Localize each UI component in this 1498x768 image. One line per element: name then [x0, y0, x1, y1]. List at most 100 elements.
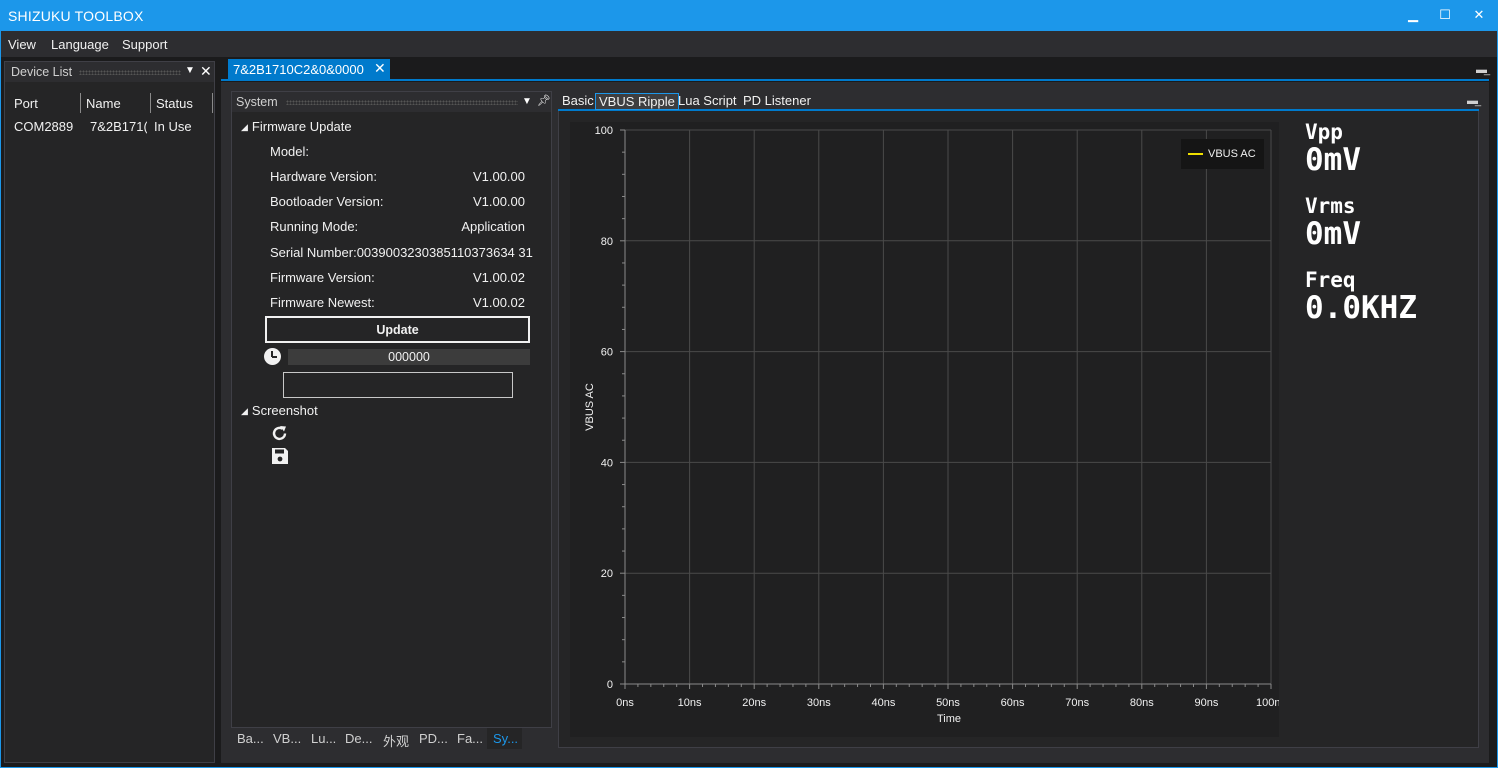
system-panel-title: System: [236, 95, 278, 109]
tab-pd-listener[interactable]: PD Listener: [740, 93, 814, 110]
column-header-status[interactable]: Status: [151, 93, 213, 113]
firmware-status-field[interactable]: [283, 372, 513, 398]
hardware-version-label: Hardware Version:: [270, 169, 377, 184]
firmware-version-label: Firmware Version:: [270, 270, 375, 285]
x-tick-label: 20ns: [742, 697, 766, 709]
menu-bar: View Language Support: [0, 31, 1498, 57]
y-tick-label: 0: [607, 679, 613, 691]
tab-list-menu-icon[interactable]: ▬̲: [1476, 64, 1487, 76]
firmware-update-heading: Firmware Update: [251, 119, 352, 134]
x-tick-label: 30ns: [807, 697, 831, 709]
legend: VBUS AC: [1181, 139, 1264, 169]
y-tick-label: 60: [601, 347, 613, 359]
save-icon[interactable]: [271, 447, 289, 465]
x-tick-label: 10ns: [678, 697, 702, 709]
chart-grid: [620, 129, 1272, 689]
bootloader-version-value: V1.00.00: [472, 194, 525, 209]
drag-grip[interactable]: [79, 70, 181, 75]
column-header-name[interactable]: Name: [81, 93, 151, 113]
bottom-tab-system[interactable]: Sy...: [487, 728, 522, 749]
menu-language[interactable]: Language: [51, 37, 109, 52]
screenshot-heading: Screenshot: [251, 403, 318, 418]
vpp-value: 0mV: [1305, 142, 1361, 178]
bottom-tab-vbus[interactable]: VB...: [273, 731, 301, 751]
y-tick-label: 100: [595, 125, 613, 137]
tab-list-menu-icon[interactable]: ▬̲: [1467, 95, 1478, 107]
device-list-panel: Device List ▼ ✕ Port Name Status COM2889…: [4, 61, 215, 763]
collapse-triangle-icon[interactable]: ◢: [241, 406, 248, 416]
x-tick-label: 0ns: [616, 697, 634, 709]
close-tab-icon[interactable]: ✕: [374, 60, 386, 77]
device-status[interactable]: In Use: [154, 119, 214, 134]
freq-value: 0.0KHZ: [1305, 290, 1417, 326]
document-tab-label[interactable]: 7&2B1710C2&0&0000: [233, 62, 364, 77]
refresh-icon[interactable]: [270, 424, 289, 443]
y-axis-label: VBUS AC: [584, 383, 596, 431]
close-icon[interactable]: ✕: [200, 63, 212, 80]
update-progress-bar: 000000: [288, 349, 530, 365]
bottom-tab-pd[interactable]: PD...: [419, 731, 448, 751]
device-name[interactable]: 7&2B171(: [90, 119, 147, 134]
vrms-value: 0mV: [1305, 216, 1361, 252]
firmware-update-section[interactable]: ◢ Firmware Update: [241, 119, 352, 134]
bottom-tab-basic[interactable]: Ba...: [237, 731, 264, 751]
system-panel-header: System ▼ 📌︎: [232, 92, 551, 112]
drag-grip[interactable]: [286, 100, 518, 105]
x-axis-label: Time: [937, 713, 961, 725]
vbus-ripple-chart[interactable]: 0ns 10ns 20ns 30ns 40ns 50ns 60ns 70ns 80ns 90ns 1…: [570, 122, 1279, 737]
close-button[interactable]: ✕: [1464, 4, 1494, 26]
bottom-tab-lua[interactable]: Lu...: [311, 731, 336, 751]
tab-lua-script[interactable]: Lua Script: [675, 93, 740, 110]
bootloader-version-label: Bootloader Version:: [270, 194, 384, 209]
window-title: SHIZUKU TOOLBOX: [8, 8, 144, 24]
vrms-label: Vrms: [1305, 194, 1356, 218]
tab-vbus-ripple[interactable]: VBUS Ripple: [595, 93, 679, 110]
device-list-header: Device List ▼ ✕: [5, 62, 214, 82]
document-tab-strip: 7&2B1710C2&0&0000 ✕: [221, 59, 1489, 81]
hardware-version-value: V1.00.00: [472, 169, 525, 184]
y-tick-label: 40: [601, 457, 613, 469]
bottom-tab-appearance[interactable]: 外观: [383, 731, 409, 751]
bottom-tab-de[interactable]: De...: [345, 731, 372, 751]
x-tick-label: 60ns: [1001, 697, 1025, 709]
firmware-version-value: V1.00.02: [472, 270, 525, 285]
bottom-tab-fa[interactable]: Fa...: [457, 731, 483, 751]
running-mode-value: Application: [461, 219, 525, 234]
tab-basic[interactable]: Basic: [559, 93, 597, 110]
vpp-label: Vpp: [1305, 120, 1343, 144]
y-tick-label: 80: [601, 236, 613, 248]
x-tick-label: 90ns: [1194, 697, 1218, 709]
x-tick-label: 50ns: [936, 697, 960, 709]
serial-number-text: Serial Number:0039003230385110373634 31: [270, 245, 533, 260]
dropdown-arrow-icon[interactable]: ▼: [185, 65, 195, 76]
maximize-button[interactable]: ☐: [1430, 4, 1460, 26]
firmware-newest-label: Firmware Newest:: [270, 295, 375, 310]
legend-label: VBUS AC: [1208, 148, 1256, 160]
x-tick-label: 70ns: [1065, 697, 1089, 709]
device-port[interactable]: COM2889: [14, 119, 84, 134]
x-tick-label: 40ns: [871, 697, 895, 709]
collapse-triangle-icon[interactable]: ◢: [241, 122, 248, 132]
progress-text: 000000: [388, 350, 430, 364]
column-header-port[interactable]: Port: [9, 93, 81, 113]
dropdown-arrow-icon[interactable]: ▼: [522, 96, 532, 107]
right-tab-strip: Basic VBUS Ripple Lua Script PD Listener: [558, 91, 1479, 111]
y-tick-label: 20: [601, 568, 613, 580]
update-button[interactable]: Update: [265, 316, 530, 343]
clock-icon: [264, 348, 281, 365]
running-mode-label: Running Mode:: [270, 219, 359, 234]
y-tick-labels: 0 20 40 60 80 100: [595, 125, 613, 691]
freq-label: Freq: [1305, 268, 1356, 292]
menu-support[interactable]: Support: [122, 37, 168, 52]
minimize-button[interactable]: ▁: [1398, 4, 1428, 26]
device-list-title: Device List: [11, 65, 73, 79]
pin-icon[interactable]: 📌︎: [537, 94, 551, 107]
menu-view[interactable]: View: [8, 37, 36, 52]
document-tab[interactable]: 7&2B1710C2&0&0000 ✕: [228, 59, 390, 79]
x-tick-labels: 0ns 10ns 20ns 30ns 40ns 50ns 60ns 70ns 80ns 90ns 1…: [616, 697, 1279, 709]
screenshot-section[interactable]: ◢ Screenshot: [241, 403, 318, 418]
model-label: Model:: [270, 144, 310, 159]
firmware-newest-value: V1.00.02: [472, 295, 525, 310]
x-tick-label: 100ns: [1256, 697, 1279, 709]
x-tick-label: 80ns: [1130, 697, 1154, 709]
